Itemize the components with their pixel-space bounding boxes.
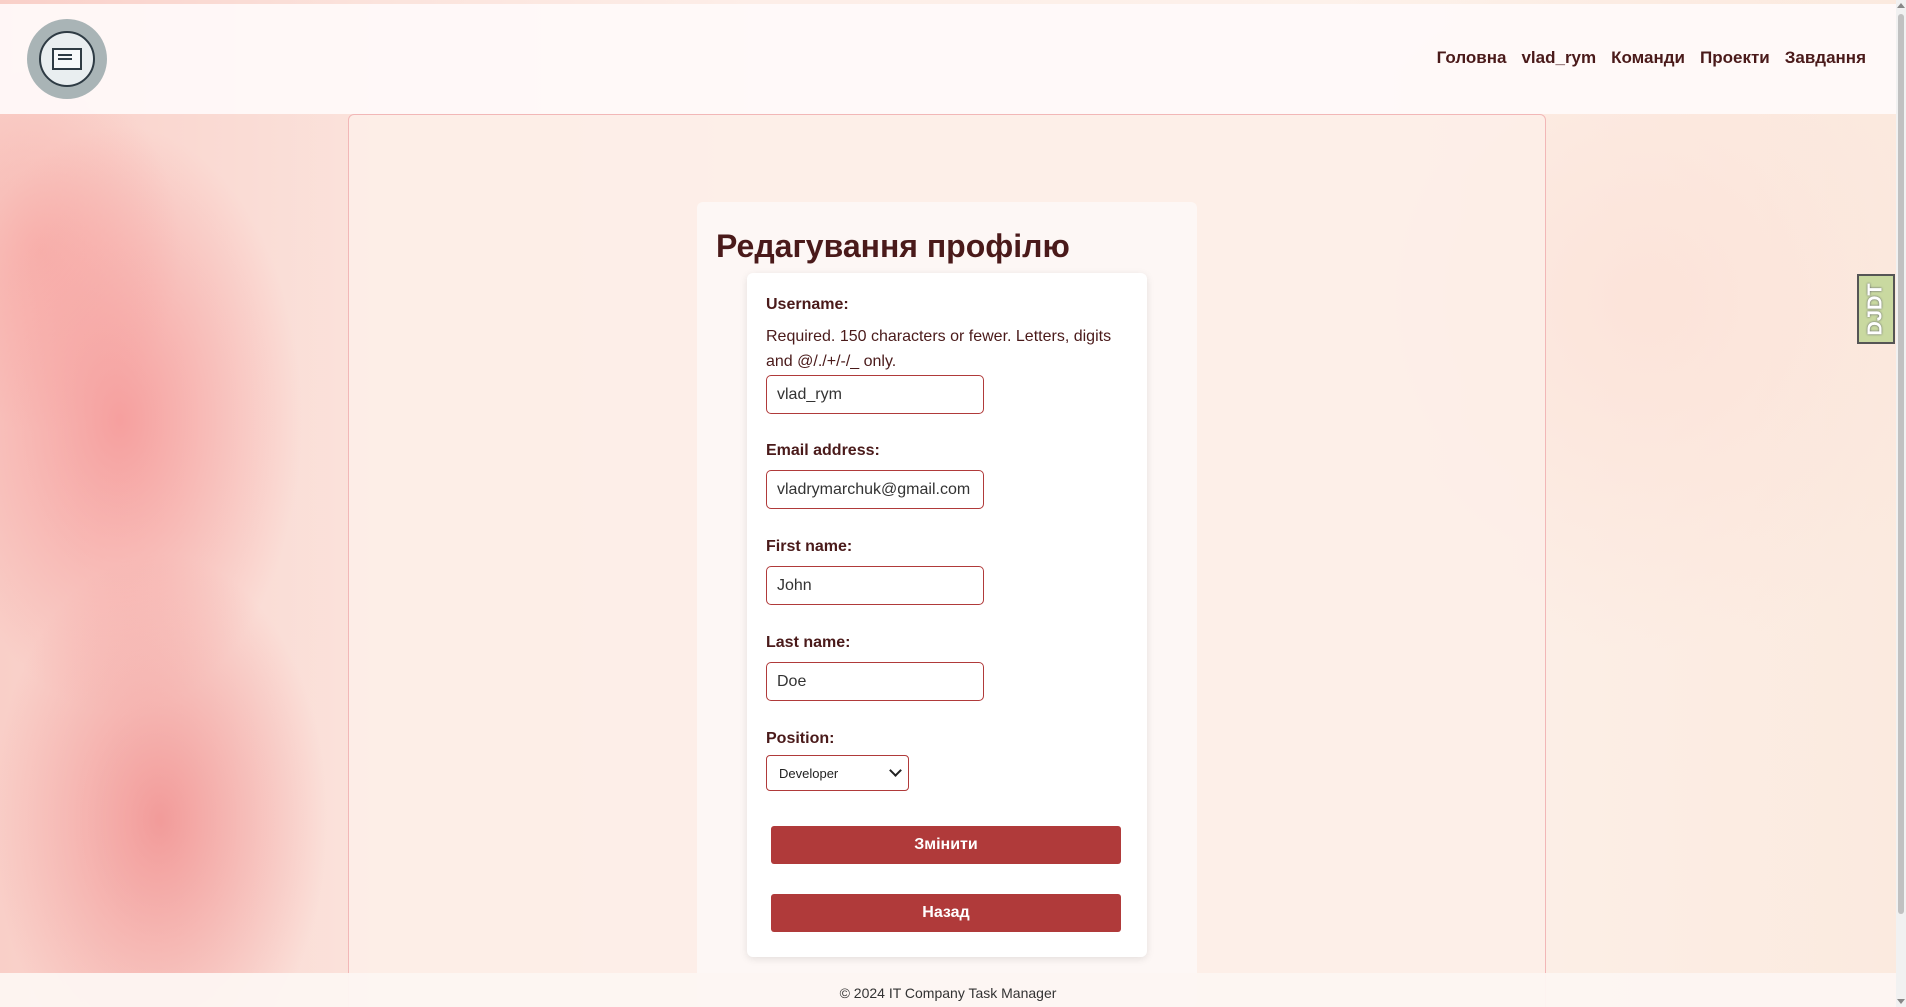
username-help-text: Required. 150 characters or fewer. Lette… [766,328,1112,370]
scrollbar-thumb[interactable] [1898,14,1904,914]
nav-profile-link[interactable]: vlad_rym [1521,48,1596,68]
scroll-down-icon[interactable] [1897,999,1905,1004]
debug-toolbar-handle[interactable]: DJDT [1857,274,1895,344]
main-nav: Головна vlad_rym Команди Проекти Завданн… [1437,48,1866,68]
footer-copyright: © 2024 IT Company Task Manager [839,985,1057,1001]
position-label: Position: [766,730,835,747]
last-name-label: Last name: [766,634,851,651]
first-name-input[interactable] [766,566,984,605]
page-title: Редагування профілю [716,228,1070,264]
site-footer: © 2024 IT Company Task Manager [0,973,1896,1007]
laptop-icon [39,31,95,87]
nav-teams-link[interactable]: Команди [1611,48,1685,68]
last-name-input[interactable] [766,662,984,701]
position-selected-value: Developer [779,765,839,781]
back-button[interactable]: Назад [771,894,1121,932]
position-select[interactable]: Developer [766,755,909,791]
username-input[interactable] [766,375,984,414]
submit-button[interactable]: Змінити [771,826,1121,864]
nav-projects-link[interactable]: Проекти [1700,48,1770,68]
scroll-up-icon[interactable] [1897,3,1905,8]
chevron-down-icon [889,764,902,777]
nav-home-link[interactable]: Головна [1437,48,1507,68]
site-header: Головна vlad_rym Команди Проекти Завданн… [0,4,1896,114]
first-name-label: First name: [766,538,853,555]
debug-toolbar-label: DJDT [1864,282,1887,336]
username-label: Username: [766,296,849,313]
page-scrollbar[interactable] [1896,0,1906,1007]
email-input[interactable] [766,470,984,509]
site-logo[interactable] [27,19,107,99]
email-label: Email address: [766,442,880,459]
nav-tasks-link[interactable]: Завдання [1785,48,1866,68]
